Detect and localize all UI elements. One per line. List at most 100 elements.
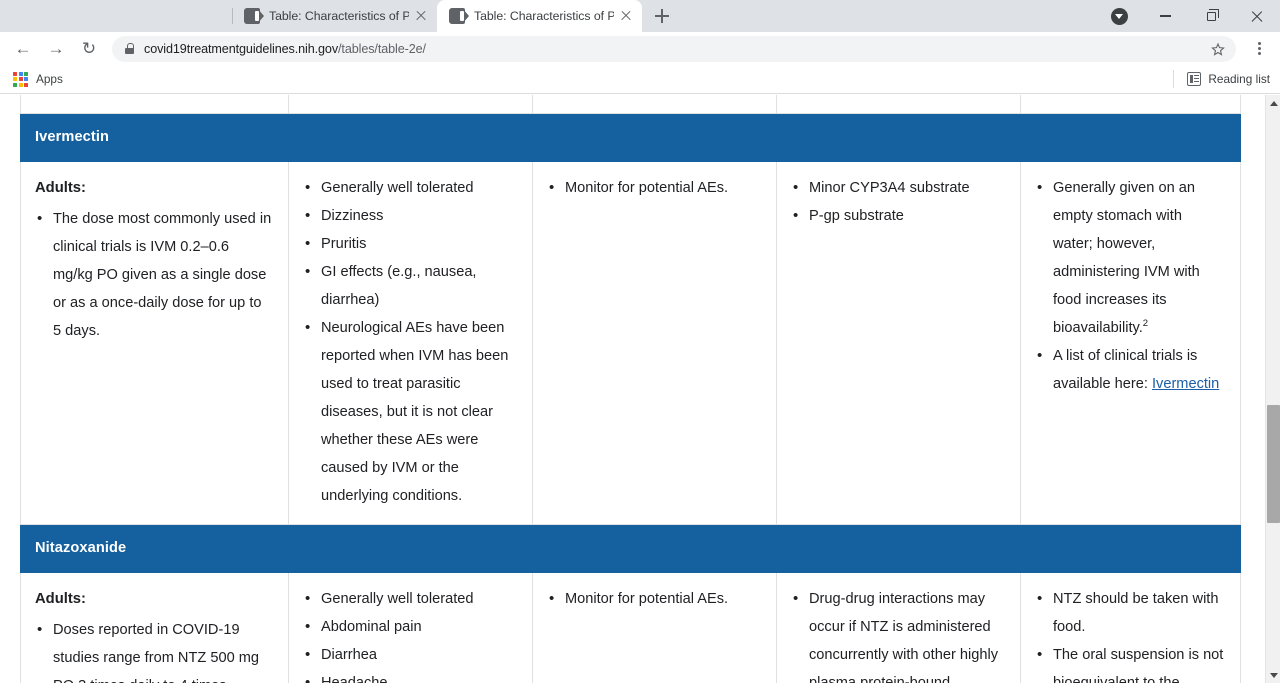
cell-interactions-ivermectin: Minor CYP3A4 substrate P-gp substrate	[776, 161, 1021, 525]
list-item: Generally given on an empty stomach with…	[1035, 174, 1224, 342]
cell-comments-nitazoxanide: NTZ should be taken with food. The oral …	[1020, 572, 1241, 683]
close-window-button[interactable]	[1234, 0, 1280, 32]
cell-adverse-effects-ivermectin: Generally well tolerated Dizziness Pruri…	[288, 161, 533, 525]
tab-strip-spacer	[0, 0, 232, 32]
table-cell	[20, 95, 289, 114]
list-item: Dizziness	[303, 202, 516, 230]
download-icon	[1110, 7, 1128, 25]
back-arrow-icon: ←	[14, 39, 32, 58]
comments-list: Generally given on an empty stomach with…	[1035, 174, 1224, 398]
back-button[interactable]: ←	[8, 34, 38, 64]
table-cell	[532, 95, 777, 114]
kebab-dot-icon	[1257, 41, 1261, 45]
adverse-effects-list: Generally well tolerated Dizziness Pruri…	[303, 174, 516, 510]
dosing-list: The dose most commonly used in clinical …	[35, 205, 272, 345]
apps-shortcut[interactable]: Apps	[11, 70, 69, 89]
minimize-icon	[1159, 15, 1171, 17]
monitoring-list: Monitor for potential AEs.	[547, 585, 760, 613]
browser-tab-2[interactable]: Table: Characteristics of Potential	[437, 0, 642, 32]
vertical-scrollbar[interactable]	[1265, 95, 1280, 683]
new-tab-button[interactable]	[648, 2, 676, 30]
browser-window: Table: Characteristics of Potential Tabl…	[0, 0, 1280, 683]
list-item: P-gp substrate	[791, 202, 1004, 230]
list-item: The dose most commonly used in clinical …	[35, 205, 272, 345]
table-cell	[776, 95, 1021, 114]
list-item: Drug-drug interactions may occur if NTZ …	[791, 585, 1004, 683]
close-window-icon	[1251, 10, 1264, 23]
monitoring-list: Monitor for potential AEs.	[547, 174, 760, 202]
footnote-marker: 2	[1142, 318, 1149, 330]
kebab-dot-icon	[1257, 47, 1261, 50]
reading-list-icon	[1187, 72, 1202, 86]
drug-band-row-ivermectin: Ivermectin	[20, 113, 1241, 162]
dosing-list: Doses reported in COVID-19 studies range…	[35, 616, 272, 683]
tab-title: Table: Characteristics of Potential	[474, 9, 614, 23]
antiviral-agents-table: Ivermectin Adults: The dose most commonl…	[20, 95, 1241, 683]
list-item: Monitor for potential AEs.	[547, 174, 760, 202]
close-icon[interactable]	[413, 8, 429, 24]
reload-button[interactable]: ↻	[74, 34, 104, 64]
cell-adverse-effects-nitazoxanide: Generally well tolerated Abdominal pain …	[288, 572, 533, 683]
list-item: GI effects (e.g., nausea, diarrhea)	[303, 258, 516, 314]
reload-icon: ↻	[81, 39, 97, 58]
interactions-list: Drug-drug interactions may occur if NTZ …	[791, 585, 1004, 683]
bookmarks-bar: Apps Reading list	[0, 65, 1280, 94]
page-viewport: Ivermectin Adults: The dose most commonl…	[0, 95, 1280, 683]
scroll-up-arrow-icon[interactable]	[1266, 95, 1280, 111]
tab-title: Table: Characteristics of Potential	[269, 9, 409, 23]
url-path: /tables/table-2e/	[338, 41, 426, 56]
cell-monitoring-ivermectin: Monitor for potential AEs.	[532, 161, 777, 525]
address-bar[interactable]: covid19treatmentguidelines.nih.gov/table…	[112, 35, 1236, 62]
scrollbar-thumb[interactable]	[1267, 405, 1280, 523]
list-item: NTZ should be taken with food.	[1035, 585, 1224, 641]
window-controls	[1096, 0, 1280, 32]
table-row-ivermectin: Adults: The dose most commonly used in c…	[20, 161, 1241, 525]
drug-band-cell: Ivermectin	[20, 113, 1241, 162]
list-item: Doses reported in COVID-19 studies range…	[35, 616, 272, 683]
list-item: A list of clinical trials is available h…	[1035, 342, 1224, 398]
reading-list-button[interactable]: Reading list	[1173, 70, 1270, 88]
list-item: Minor CYP3A4 substrate	[791, 174, 1004, 202]
close-icon[interactable]	[618, 8, 634, 24]
list-item: Neurological AEs have been reported when…	[303, 314, 516, 510]
lock-icon	[125, 43, 134, 54]
cell-interactions-nitazoxanide: Drug-drug interactions may occur if NTZ …	[776, 572, 1021, 683]
list-item: Abdominal pain	[303, 613, 516, 641]
list-item: Pruritis	[303, 230, 516, 258]
maximize-icon	[1206, 9, 1219, 21]
table-cell	[1020, 95, 1241, 114]
browser-toolbar: ← → ↻ covid19treatmentguidelines.nih.gov…	[0, 32, 1280, 65]
star-icon[interactable]	[1210, 41, 1226, 57]
dosing-sublabel: Adults:	[35, 591, 86, 607]
apps-grid-icon	[13, 71, 28, 87]
downloads-button[interactable]	[1096, 0, 1142, 32]
page-content: Ivermectin Adults: The dose most commonl…	[0, 95, 1265, 683]
interactions-list: Minor CYP3A4 substrate P-gp substrate	[791, 174, 1004, 230]
maximize-button[interactable]	[1188, 0, 1234, 32]
forward-arrow-icon: →	[47, 39, 65, 58]
list-item: The oral suspension is not bioequivalent…	[1035, 641, 1224, 683]
list-item: Monitor for potential AEs.	[547, 585, 760, 613]
url-domain: covid19treatmentguidelines.nih.gov	[144, 41, 339, 56]
browser-menu-button[interactable]	[1246, 36, 1272, 62]
browser-tab-1[interactable]: Table: Characteristics of Potential	[232, 0, 437, 32]
table-cell	[288, 95, 533, 114]
drug-band-row-nitazoxanide: Nitazoxanide	[20, 524, 1241, 573]
scroll-down-arrow-icon[interactable]	[1266, 667, 1280, 683]
adverse-effects-list: Generally well tolerated Abdominal pain …	[303, 585, 516, 683]
tab-favicon-icon	[449, 8, 469, 24]
kebab-dot-icon	[1257, 52, 1261, 56]
ivermectin-trials-link[interactable]: Ivermectin	[1152, 376, 1219, 392]
list-item: Generally well tolerated	[303, 585, 516, 613]
cell-dosing-nitazoxanide: Adults: Doses reported in COVID-19 studi…	[20, 572, 289, 683]
cell-comments-ivermectin: Generally given on an empty stomach with…	[1020, 161, 1241, 525]
list-item: Generally well tolerated	[303, 174, 516, 202]
dosing-sublabel: Adults:	[35, 180, 86, 196]
comment-text: Generally given on an empty stomach with…	[1053, 180, 1200, 336]
list-item: Headache	[303, 669, 516, 683]
reading-list-label: Reading list	[1208, 72, 1270, 86]
forward-button[interactable]: →	[41, 34, 71, 64]
drug-name-nitazoxanide: Nitazoxanide	[35, 540, 127, 556]
cell-dosing-ivermectin: Adults: The dose most commonly used in c…	[20, 161, 289, 525]
minimize-button[interactable]	[1142, 0, 1188, 32]
